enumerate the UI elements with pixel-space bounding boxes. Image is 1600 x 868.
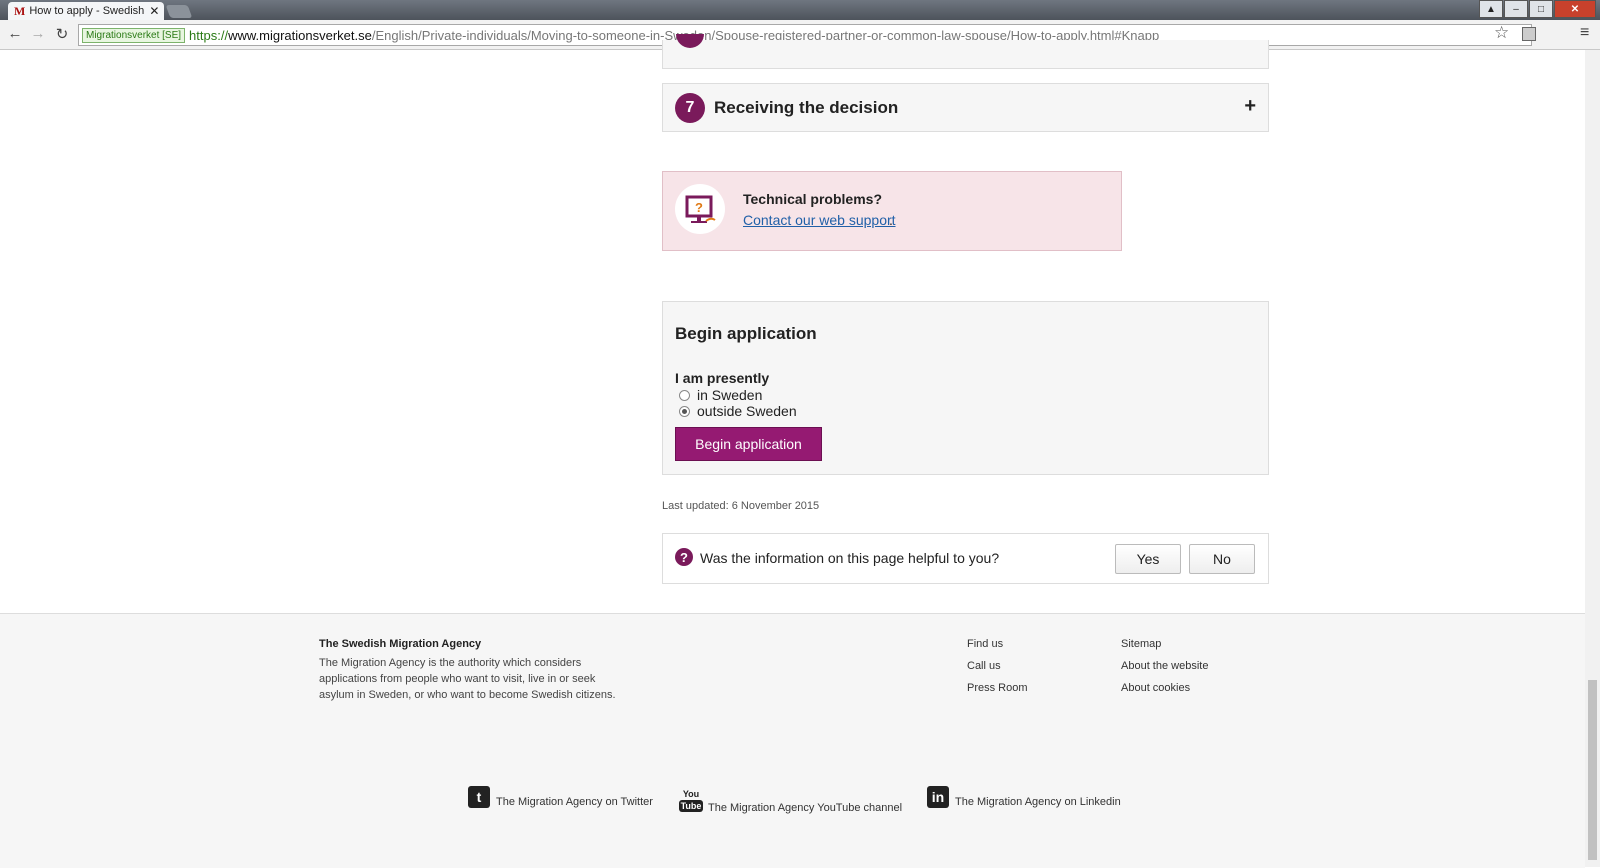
contact-web-support-link[interactable]: Contact our web support	[743, 212, 896, 228]
tab-close-icon[interactable]: ✕	[149, 4, 159, 18]
tech-problems-title: Technical problems?	[743, 191, 882, 207]
footer-link-about-website[interactable]: About the website	[1121, 660, 1208, 672]
browser-titlebar: M How to apply - Swedish M ✕ ▲ – □ ✕	[0, 0, 1600, 20]
forward-button[interactable]: →	[29, 25, 47, 42]
link-suffix: .	[889, 212, 893, 228]
technical-problems-box: ? Technical problems? Contact our web su…	[662, 171, 1122, 251]
twitter-icon: t	[468, 786, 490, 808]
footer-linkedin-link[interactable]: in The Migration Agency on Linkedin	[927, 786, 1121, 808]
accordion-step-7[interactable]: 7 Receiving the decision +	[662, 83, 1269, 132]
svg-text:?: ?	[695, 200, 703, 215]
footer-org-title: The Swedish Migration Agency	[319, 638, 482, 650]
youtube-icon: You Tube	[678, 788, 704, 812]
secure-site-badge[interactable]: Migrationsverket [SE]	[82, 27, 186, 43]
url-host: www.migrationsverket.se	[228, 27, 372, 43]
window-controls: ▲ – □ ✕	[1479, 0, 1596, 18]
footer-link-press-room[interactable]: Press Room	[967, 682, 1028, 694]
twitter-link-label[interactable]: The Migration Agency on Twitter	[496, 796, 653, 808]
footer-link-sitemap[interactable]: Sitemap	[1121, 638, 1161, 650]
footer-link-find-us[interactable]: Find us	[967, 638, 1003, 650]
back-button[interactable]: ←	[6, 25, 24, 42]
youtube-link-label[interactable]: The Migration Agency YouTube channel	[708, 802, 902, 814]
radio-label[interactable]: in Sweden	[697, 387, 762, 403]
footer-org-description: The Migration Agency is the authority wh…	[319, 657, 616, 701]
extension-icon[interactable]	[1522, 27, 1536, 41]
maximize-button[interactable]: □	[1529, 0, 1553, 18]
migrationsverket-favicon-icon: M	[14, 3, 26, 18]
user-icon[interactable]: ▲	[1479, 0, 1503, 18]
radio-in-sweden[interactable]	[679, 389, 690, 401]
step-number-badge	[676, 34, 704, 48]
scrollbar-thumb[interactable]	[1588, 680, 1597, 860]
footer-twitter-link[interactable]: t The Migration Agency on Twitter	[468, 786, 653, 808]
tab-title: How to apply - Swedish M	[29, 5, 146, 17]
browser-menu-icon[interactable]: ≡	[1580, 24, 1589, 42]
step-number-badge: 7	[675, 93, 705, 123]
accordion-title: Receiving the decision	[714, 98, 899, 117]
minimize-button[interactable]: –	[1504, 0, 1528, 18]
begin-application-button[interactable]: Begin application	[675, 427, 822, 461]
question-mark-icon: ?	[675, 548, 693, 566]
footer-link-about-cookies[interactable]: About cookies	[1121, 682, 1190, 694]
begin-application-heading: Begin application	[675, 324, 817, 343]
window-close-button[interactable]: ✕	[1554, 0, 1596, 18]
helpful-no-button[interactable]: No	[1189, 544, 1255, 574]
computer-help-icon: ?	[675, 184, 725, 234]
radio-outside-sweden[interactable]	[679, 405, 690, 417]
accordion-step-6[interactable]	[662, 34, 1269, 69]
new-tab-button[interactable]	[165, 5, 193, 18]
reload-button[interactable]: ↻	[53, 25, 71, 43]
helpful-yes-button[interactable]: Yes	[1115, 544, 1181, 574]
site-footer: The Swedish Migration Agency The Migrati…	[0, 613, 1585, 868]
radio-option-in-sweden[interactable]: in Sweden	[679, 387, 762, 403]
footer-youtube-link[interactable]: You Tube The Migration Agency YouTube cha…	[678, 786, 902, 814]
expand-plus-icon[interactable]: +	[1244, 95, 1256, 118]
url-protocol: https://	[189, 27, 229, 43]
radio-option-outside-sweden[interactable]: outside Sweden	[679, 403, 797, 419]
radio-label[interactable]: outside Sweden	[697, 403, 797, 419]
last-updated-text: Last updated: 6 November 2015	[662, 500, 820, 512]
helpful-question: Was the information on this page helpful…	[700, 550, 1000, 566]
page-helpful-feedback: ? Was the information on this page helpf…	[662, 533, 1269, 584]
footer-link-call-us[interactable]: Call us	[967, 660, 1001, 672]
begin-application-panel: Begin application I am presently in Swed…	[662, 301, 1269, 475]
linkedin-icon: in	[927, 786, 949, 808]
linkedin-link-label[interactable]: The Migration Agency on Linkedin	[955, 796, 1121, 808]
bookmark-star-icon[interactable]: ☆	[1494, 23, 1509, 43]
browser-tab[interactable]: M How to apply - Swedish M ✕	[8, 2, 164, 20]
presence-question-label: I am presently	[675, 370, 770, 386]
